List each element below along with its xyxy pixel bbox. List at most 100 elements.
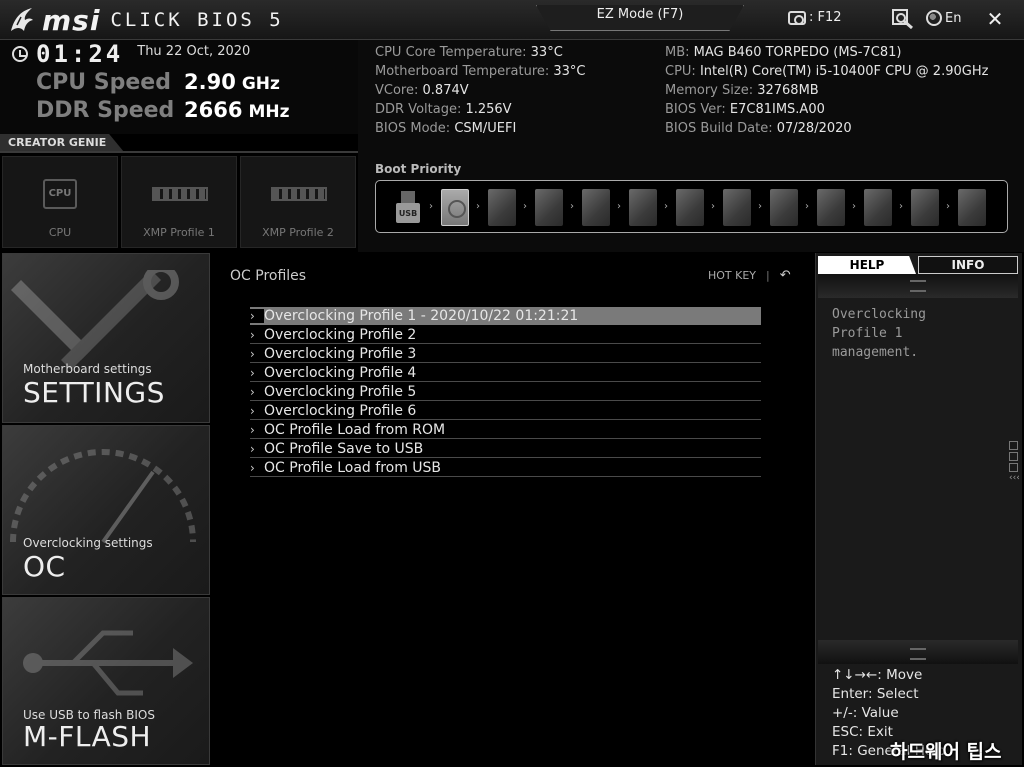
oc-option-row[interactable]: › Overclocking Profile 6 <box>250 402 761 420</box>
cpu-speed-label: CPU Speed <box>36 70 171 95</box>
boot-order-arrow-icon: › <box>570 201 574 212</box>
boot-device-empty-icon[interactable] <box>629 189 657 226</box>
sidebar-item-settings[interactable]: Motherboard settings SETTINGS <box>2 253 210 423</box>
oc-option-row[interactable]: › Overclocking Profile 1 - 2020/10/22 01:… <box>250 307 761 325</box>
search-icon[interactable] <box>892 9 914 29</box>
boot-order-arrow-icon: › <box>946 201 950 212</box>
chevron-right-icon: › <box>250 346 255 361</box>
mb-temp: Motherboard Temperature: 33°C <box>375 64 586 79</box>
ram-module-icon <box>152 187 208 201</box>
clock-icon <box>12 46 28 62</box>
sidebar-item-label: M-FLASH <box>23 720 152 753</box>
chevron-right-icon: › <box>250 365 255 380</box>
sidebar-item-oc[interactable]: Overclocking settings OC <box>2 425 210 595</box>
genie-cpu-tile[interactable]: CPU CPU <box>2 156 118 248</box>
back-icon[interactable]: ↶ <box>780 268 791 283</box>
scroll-tick-icon <box>1009 452 1018 461</box>
clock-row: 01:24 Thu 22 Oct, 2020 <box>12 42 250 66</box>
boot-order-arrow-icon: › <box>852 201 856 212</box>
genie-divider <box>0 151 358 153</box>
tab-help[interactable]: HELP <box>818 256 916 274</box>
clock-time: 01:24 <box>36 40 124 68</box>
boot-device-empty-icon[interactable] <box>958 189 986 226</box>
oc-option-row[interactable]: › OC Profile Load from ROM <box>250 421 761 439</box>
bios-name: CLICK BIOS 5 <box>110 9 284 31</box>
screenshot-button[interactable]: : F12 <box>788 10 842 25</box>
ez-mode-button[interactable]: EZ Mode (F7) <box>536 5 744 31</box>
language-button[interactable]: En <box>926 10 961 26</box>
sidebar-item-mflash[interactable]: Use USB to flash BIOS M-FLASH <box>2 597 210 765</box>
tab-info[interactable]: INFO <box>918 256 1018 274</box>
oc-option-row[interactable]: › OC Profile Load from USB <box>250 459 761 477</box>
hotkey-button[interactable]: HOT KEY <box>708 269 756 282</box>
creator-genie-title: CREATOR GENIE <box>0 134 124 152</box>
chevron-right-icon: › <box>250 422 255 437</box>
cpu-speed-row: CPU Speed 2.90 GHz <box>36 70 280 95</box>
boot-order-arrow-icon: › <box>805 201 809 212</box>
genie-tile-label: XMP Profile 1 <box>143 226 215 239</box>
oc-option-label: OC Profile Load from USB <box>264 459 442 476</box>
collapse-arrow-icon: ‹‹‹ <box>1009 473 1020 483</box>
key-legend-value: +/-: Value <box>832 705 899 721</box>
genie-tile-label: XMP Profile 2 <box>262 226 334 239</box>
boot-priority-bar: USB › › › › › › › › › › › › <box>375 180 1008 233</box>
boot-order-arrow-icon: › <box>429 201 433 212</box>
boot-order-arrow-icon: › <box>899 201 903 212</box>
usb-connector-icon <box>401 191 415 203</box>
cpu-speed-unit: GHz <box>241 74 280 94</box>
sidebar-item-label: OC <box>23 550 66 583</box>
boot-device-empty-icon[interactable] <box>676 189 704 226</box>
usb-label: USB <box>396 203 420 223</box>
hotkey-area: HOT KEY | ↶ <box>708 268 791 283</box>
boot-device-empty-icon[interactable] <box>723 189 751 226</box>
chevron-right-icon: › <box>250 384 255 399</box>
msi-logo: msi <box>42 3 101 37</box>
boot-device-empty-icon[interactable] <box>582 189 610 226</box>
boot-order-arrow-icon: › <box>523 201 527 212</box>
brand: msi CLICK BIOS 5 <box>8 3 284 37</box>
boot-device-empty-icon[interactable] <box>770 189 798 226</box>
oc-option-row[interactable]: › Overclocking Profile 3 <box>250 345 761 363</box>
genie-xmp2-tile[interactable]: XMP Profile 2 <box>240 156 356 248</box>
genie-tile-label: CPU <box>48 226 72 239</box>
boot-device-hdd-icon[interactable] <box>441 189 469 226</box>
oc-option-row[interactable]: › OC Profile Save to USB <box>250 440 761 458</box>
oc-option-row[interactable]: › Overclocking Profile 4 <box>250 364 761 382</box>
boot-order-arrow-icon: › <box>664 201 668 212</box>
screenshot-label: : F12 <box>809 10 842 25</box>
oc-option-label: Overclocking Profile 5 <box>264 383 417 400</box>
oc-option-row[interactable]: › Overclocking Profile 2 <box>250 326 761 344</box>
boot-device-empty-icon[interactable] <box>535 189 563 226</box>
boot-order-arrow-icon: › <box>617 201 621 212</box>
oc-option-row[interactable]: › Overclocking Profile 5 <box>250 383 761 401</box>
scroll-tick-icon <box>1009 463 1018 472</box>
chevron-right-icon: › <box>250 460 255 475</box>
scroll-tick-icon <box>1009 441 1018 450</box>
boot-priority-title: Boot Priority <box>375 162 462 176</box>
genie-xmp1-tile[interactable]: XMP Profile 1 <box>121 156 237 248</box>
usb-icon <box>23 630 193 696</box>
cpu-model: CPU: Intel(R) Core(TM) i5-10400F CPU @ 2… <box>665 64 989 79</box>
chevron-right-icon: › <box>250 441 255 456</box>
language-label: En <box>945 10 962 26</box>
clock-date: Thu 22 Oct, 2020 <box>137 44 251 59</box>
boot-device-empty-icon[interactable] <box>488 189 516 226</box>
oc-option-label: Overclocking Profile 1 - 2020/10/22 01:2… <box>264 307 579 324</box>
ddr-speed-unit: MHz <box>248 102 290 122</box>
hotkey-separator: | <box>766 269 770 282</box>
boot-device-empty-icon[interactable] <box>911 189 939 226</box>
top-bar: msi CLICK BIOS 5 EZ Mode (F7) : F12 En ✕ <box>0 0 1024 40</box>
help-scroll-up-icon[interactable] <box>818 274 1018 298</box>
camera-icon <box>788 10 806 25</box>
oc-option-label: OC Profile Save to USB <box>264 440 424 457</box>
oc-option-label: Overclocking Profile 4 <box>264 364 417 381</box>
help-scroll-down-icon[interactable] <box>818 640 1018 664</box>
boot-device-usb-icon[interactable]: USB <box>394 189 422 226</box>
watermark: 하드웨어 팁스 <box>890 741 1002 763</box>
boot-device-empty-icon[interactable] <box>864 189 892 226</box>
ddr-speed-value: 2666 <box>184 98 243 122</box>
close-icon[interactable]: ✕ <box>986 8 1004 30</box>
boot-device-empty-icon[interactable] <box>817 189 845 226</box>
cpu-core-temp: CPU Core Temperature: 33°C <box>375 45 563 60</box>
help-scrollbar[interactable]: ‹‹‹ <box>1009 441 1020 485</box>
